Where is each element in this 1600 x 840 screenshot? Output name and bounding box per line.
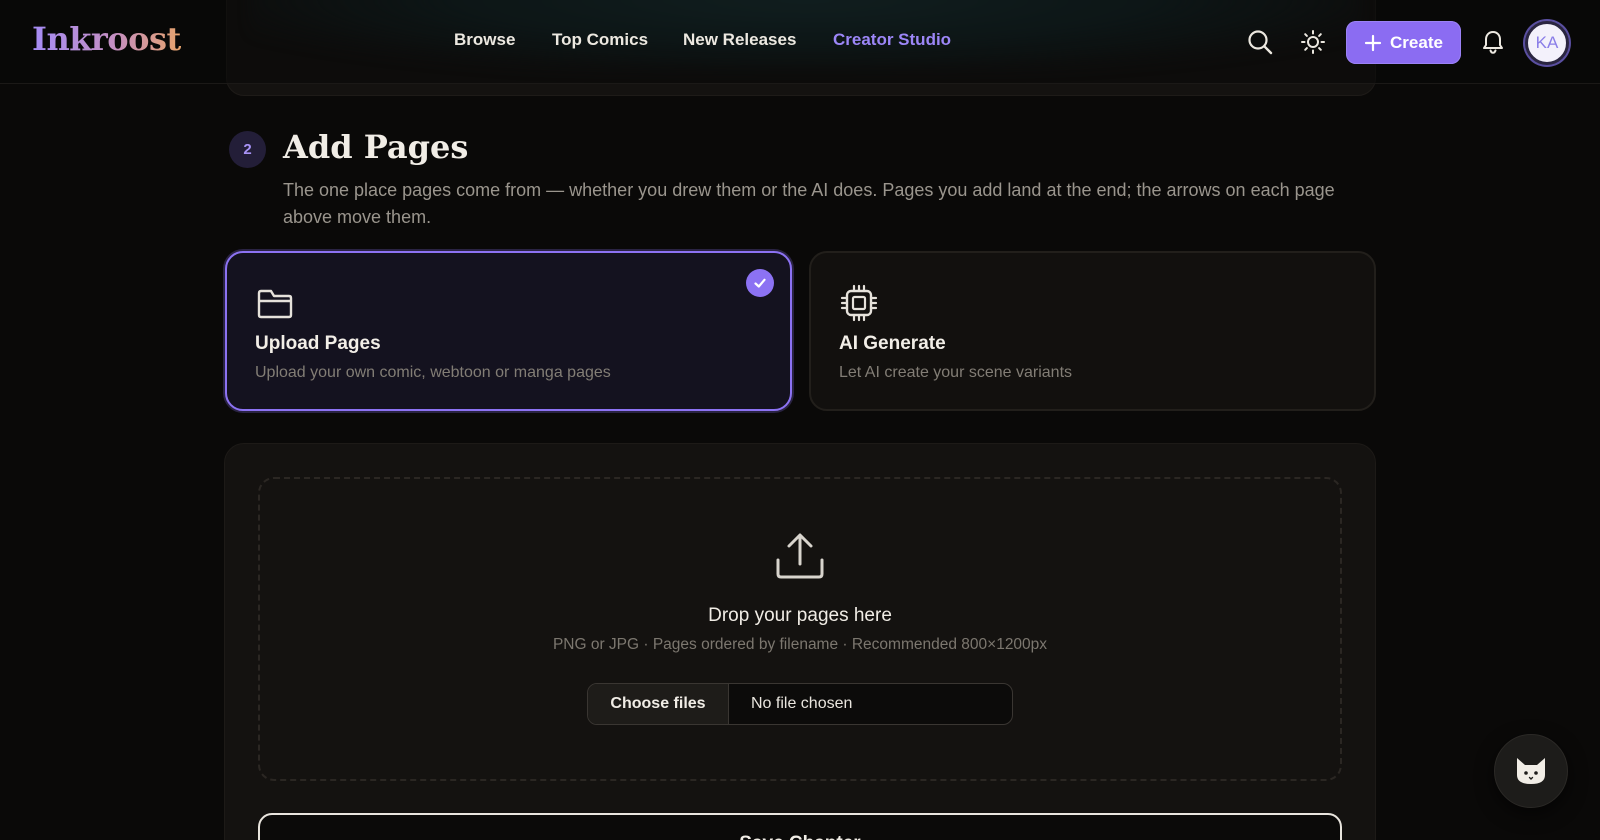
check-icon (754, 278, 766, 288)
section-description: The one place pages come from — whether … (283, 180, 1335, 227)
nav-browse[interactable]: Browse (454, 30, 515, 50)
option-title: AI Generate (839, 333, 946, 354)
file-status: No file chosen (751, 695, 853, 712)
search-icon (1248, 30, 1273, 55)
assistant-button[interactable] (1494, 734, 1568, 808)
top-header: Inkroost Browse Top Comics New Releases … (0, 0, 1600, 84)
nav-creator-studio[interactable]: Creator Studio (833, 30, 951, 50)
file-input[interactable]: Choose files No file chosen (587, 683, 1013, 725)
notifications-button[interactable] (1475, 24, 1511, 60)
theme-toggle-button[interactable] (1295, 24, 1331, 60)
dropzone-title: Drop your pages here (708, 605, 892, 626)
nav-new-releases[interactable]: New Releases (683, 30, 796, 50)
folder-icon (257, 289, 293, 319)
dropzone-hint: PNG or JPG · Pages ordered by filename ·… (552, 636, 1048, 653)
cat-icon (1517, 758, 1545, 784)
choose-files-button[interactable]: Choose files (588, 684, 729, 724)
option-upload-pages[interactable]: Upload Pages Upload your own comic, webt… (225, 251, 792, 411)
user-avatar[interactable]: KA (1525, 21, 1569, 65)
upload-icon (776, 533, 824, 579)
nav-top-comics[interactable]: Top Comics (552, 30, 648, 50)
create-button-label: Create (1390, 32, 1443, 52)
search-button[interactable] (1242, 24, 1278, 60)
option-subtitle: Let AI create your scene variants (839, 364, 1073, 381)
option-subtitle: Upload your own comic, webtoon or manga … (255, 364, 611, 381)
selected-check-badge (746, 269, 774, 297)
save-chapter-button[interactable]: Save Chapter (258, 813, 1342, 840)
chip-icon (840, 284, 878, 322)
logo[interactable]: Inkroost (32, 20, 181, 58)
step-number-badge: 2 (229, 131, 266, 168)
section-title: Add Pages (283, 128, 469, 166)
sun-icon (1301, 30, 1325, 54)
dropzone[interactable] (258, 477, 1342, 781)
bell-icon (1483, 31, 1503, 54)
page: Inkroost Browse Top Comics New Releases … (0, 0, 1600, 840)
option-ai-generate[interactable]: AI Generate Let AI create your scene var… (809, 251, 1376, 411)
option-title: Upload Pages (255, 333, 381, 354)
plus-icon (1364, 34, 1382, 51)
create-button[interactable]: Create (1346, 21, 1461, 64)
